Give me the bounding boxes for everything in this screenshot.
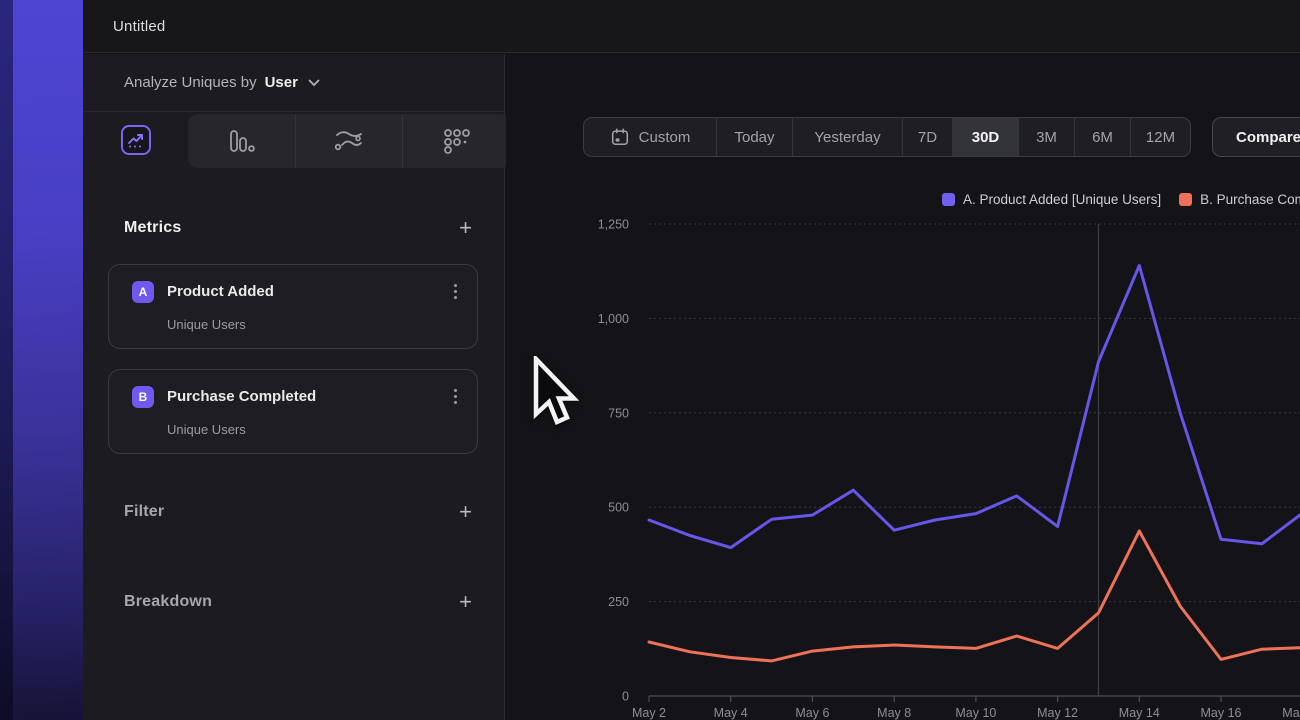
svg-text:500: 500 [608,501,629,515]
metric-card-product-added[interactable]: A Product Added Unique Users [108,264,478,349]
svg-text:May 6: May 6 [795,706,829,720]
metric-badge-b: B [132,386,154,408]
top-header: Untitled [83,0,1300,53]
svg-text:May 4: May 4 [714,706,748,720]
metric-badge-a: A [132,281,154,303]
metric-name: Product Added [167,283,448,300]
svg-text:750: 750 [608,406,629,420]
analyze-by-label: Analyze Uniques by [124,74,257,91]
metrics-section-header: Metrics + [83,210,504,246]
chart-type-tab-group [188,114,510,168]
svg-text:May 18: May 18 [1282,706,1300,720]
breakdown-title: Breakdown [124,593,212,611]
bar-chart-icon [227,129,255,153]
svg-text:250: 250 [608,595,629,609]
kebab-menu-icon[interactable] [448,280,463,303]
gradient-strip-edge [0,0,13,720]
kebab-menu-icon[interactable] [448,385,463,408]
svg-text:1,000: 1,000 [598,312,629,326]
filter-title: Filter [124,503,164,521]
add-filter-button[interactable]: + [459,501,472,523]
filter-section-header: Filter + [83,494,504,530]
add-breakdown-button[interactable]: + [459,591,472,613]
chart-panel: Custom Today Yesterday 7D 30D 3M 6M 12M … [506,54,1300,720]
metric-subtitle[interactable]: Unique Users [167,317,463,332]
tab-line-chart[interactable] [83,113,188,167]
flow-icon [334,129,364,153]
svg-text:May 12: May 12 [1037,706,1078,720]
tab-bar-chart[interactable] [188,114,295,168]
svg-text:May 14: May 14 [1119,706,1160,720]
metric-name: Purchase Completed [167,388,448,405]
svg-text:May 2: May 2 [632,706,666,720]
app-root: Untitled Analyze Uniques by User [0,0,1300,720]
query-sidebar: Analyze Uniques by User [83,54,505,720]
svg-text:May 16: May 16 [1201,706,1242,720]
metrics-title: Metrics [124,219,181,237]
app-window: Untitled Analyze Uniques by User [83,0,1300,720]
report-title[interactable]: Untitled [113,18,165,35]
analyze-by-value-dropdown[interactable]: User [265,74,298,91]
svg-text:1,250: 1,250 [598,218,629,232]
funnel-dots-icon [443,128,471,154]
line-chart[interactable]: 0 250 500 750 1,000 1,250 May 2 May 4 May 6 May 8… [506,54,1300,720]
metric-card-purchase-completed[interactable]: B Purchase Completed Unique Users [108,369,478,454]
metric-subtitle[interactable]: Unique Users [167,422,463,437]
decorative-gradient-strip [0,0,83,720]
analyze-by-row: Analyze Uniques by User [83,54,504,112]
svg-text:May 8: May 8 [877,706,911,720]
tab-flow[interactable] [295,114,403,168]
breakdown-section-header: Breakdown + [83,584,504,620]
chart-type-tabs [83,113,504,169]
add-metric-button[interactable]: + [459,217,472,239]
tab-funnel-dots[interactable] [402,114,510,168]
line-chart-icon [121,125,151,155]
svg-text:May 10: May 10 [955,706,996,720]
chevron-down-icon[interactable] [308,79,320,87]
svg-text:0: 0 [622,690,629,704]
